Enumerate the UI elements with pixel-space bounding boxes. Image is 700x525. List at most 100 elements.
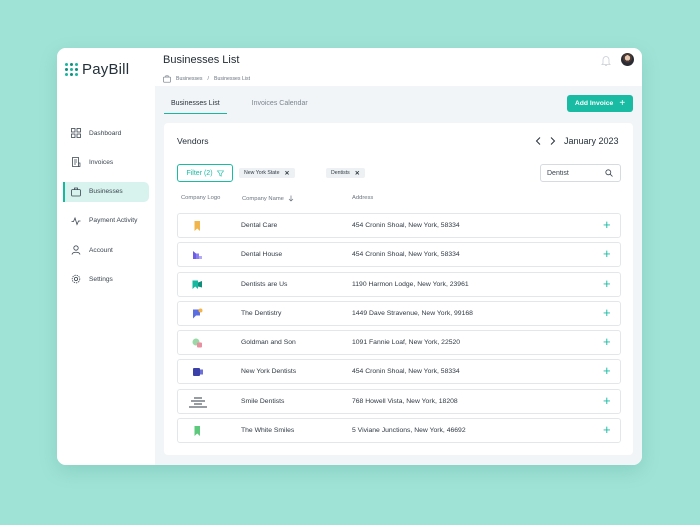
breadcrumb-item[interactable]: Businesses List (214, 76, 250, 82)
vendor-name: Dental Care (241, 222, 278, 229)
sidebar-item-invoices[interactable]: Invoices (63, 152, 149, 172)
chat-logo-icon (193, 308, 203, 319)
invoice-icon (72, 157, 81, 168)
sidebar-item-payment-activity[interactable]: Payment Activity (63, 211, 149, 231)
column-header-label: Company Name (242, 195, 284, 202)
plus-icon: + (619, 97, 626, 109)
lines-logo-icon (189, 397, 207, 408)
close-icon[interactable]: ✕ (355, 170, 360, 177)
sort-down-icon[interactable] (288, 195, 294, 202)
chip-label: New York State (244, 170, 280, 176)
table-row[interactable]: Goldman and Son 1091 Fannie Loaf, New Yo… (177, 330, 621, 356)
month-navigator: January 2023 (534, 136, 619, 146)
app-name: PayBill (82, 61, 130, 78)
row-add-button[interactable]: + (603, 335, 611, 349)
activity-icon (71, 216, 81, 226)
table-row[interactable]: The White Smiles 5 Viviane Junctions, Ne… (177, 418, 621, 444)
vendor-name: The White Smiles (241, 427, 295, 435)
top-bar: Businesses List Businesses / Businesses … (155, 48, 642, 86)
sidebar-item-businesses[interactable]: Businesses (63, 181, 149, 202)
vendor-address: 5 Viviane Junctions, New York, 46692 (352, 427, 466, 435)
column-header-logo: Company Logo (181, 195, 221, 201)
sidebar-item-dashboard[interactable]: Dashboard (63, 123, 149, 143)
row-add-button[interactable]: + (603, 218, 611, 232)
vendor-name: Smile Dentists (241, 397, 285, 405)
vendor-name: Goldman and Son (241, 339, 296, 347)
filter-icon (216, 170, 224, 177)
row-add-button[interactable]: + (603, 393, 611, 408)
vendors-panel: Vendors January 2023 Filter (2) New York… (164, 123, 633, 455)
page-title: Businesses List (163, 54, 240, 66)
tab-invoices-calendar[interactable]: Invoices Calendar (245, 98, 315, 114)
paybill-logo-icon (65, 63, 78, 76)
bookmark-logo-icon (194, 221, 200, 231)
vendor-address: 454 Cronin Shoal, New York, 58334 (352, 368, 460, 376)
vendor-address: 768 Howell Vista, New York, 18208 (352, 397, 458, 405)
gear-icon (71, 275, 81, 284)
table-row[interactable]: Dental House 454 Cronin Shoal, New York,… (177, 242, 621, 268)
chevron-left-icon[interactable] (534, 136, 543, 146)
sidebar-item-label: Businesses (89, 188, 123, 196)
breadcrumb: Businesses / Businesses List (163, 75, 250, 83)
filter-label: Filter (2) (186, 169, 213, 177)
vendor-address: 454 Cronin Shoal, New York, 58334 (352, 222, 460, 229)
briefcase-icon (163, 75, 171, 83)
breadcrumb-separator: / (207, 76, 209, 82)
circles-logo-icon (192, 338, 202, 348)
briefcase-icon (71, 187, 81, 196)
row-add-button[interactable]: + (603, 276, 611, 291)
avatar[interactable] (621, 53, 634, 66)
search-icon[interactable] (605, 169, 613, 177)
search-box (540, 164, 621, 182)
table-row[interactable]: Dentists are Us 1190 Harmon Lodge, New Y… (177, 271, 621, 297)
row-add-button[interactable]: + (603, 247, 611, 261)
sidebar: PayBill Dashboard Invoices Businesses Pa… (57, 48, 155, 465)
tab-bar: Businesses List Invoices Calendar (164, 98, 315, 114)
vendor-address: 1190 Harmon Lodge, New York, 23961 (352, 280, 469, 288)
add-invoice-button[interactable]: Add Invoice + (567, 95, 633, 112)
sidebar-item-label: Dashboard (89, 129, 122, 137)
blocks-logo-icon (193, 251, 202, 260)
sidebar-item-label: Settings (89, 275, 113, 283)
column-header-address: Address (352, 195, 374, 201)
dashboard-icon (71, 128, 81, 138)
sidebar-item-account[interactable]: Account (63, 240, 149, 260)
vendor-address: 1091 Fannie Loaf, New York, 22520 (352, 339, 461, 347)
flag-logo-icon (192, 280, 202, 289)
bookmark-green-logo-icon (194, 426, 200, 437)
filter-button[interactable]: Filter (2) (177, 164, 233, 182)
current-month: January 2023 (564, 136, 619, 146)
sidebar-item-settings[interactable]: Settings (63, 269, 149, 289)
filter-chip-dentists[interactable]: Dentists ✕ (326, 168, 365, 178)
row-add-button[interactable]: + (603, 305, 611, 320)
sidebar-item-label: Account (89, 246, 113, 254)
filter-chip-new-york-state[interactable]: New York State ✕ (239, 168, 295, 178)
cube-logo-icon (193, 368, 203, 377)
row-add-button[interactable]: + (603, 423, 611, 437)
breadcrumb-item[interactable]: Businesses (176, 76, 203, 82)
row-add-button[interactable]: + (603, 364, 611, 378)
add-invoice-label: Add Invoice (574, 100, 614, 107)
bell-icon[interactable] (601, 55, 611, 67)
panel-title: Vendors (177, 136, 209, 146)
search-input[interactable] (547, 169, 605, 177)
vendor-name: Dentists are Us (241, 280, 288, 288)
user-icon (71, 245, 81, 255)
chevron-right-icon[interactable] (548, 136, 557, 146)
app-logo[interactable]: PayBill (65, 61, 129, 78)
sidebar-item-label: Payment Activity (89, 217, 138, 225)
sidebar-nav: Dashboard Invoices Businesses Payment Ac… (63, 123, 149, 299)
tab-businesses-list[interactable]: Businesses List (164, 98, 227, 114)
vendor-list: Dental Care 454 Cronin Shoal, New York, … (177, 213, 621, 447)
table-row[interactable]: The Dentistry 1449 Dave Stravenue, New Y… (177, 300, 621, 326)
table-row[interactable]: Dental Care 454 Cronin Shoal, New York, … (177, 213, 621, 238)
app-window: PayBill Dashboard Invoices Businesses Pa… (57, 48, 642, 465)
table-row[interactable]: Smile Dentists 768 Howell Vista, New Yor… (177, 388, 621, 414)
sidebar-item-label: Invoices (89, 158, 114, 166)
vendor-name: New York Dentists (241, 368, 297, 376)
vendor-name: The Dentistry (241, 309, 282, 317)
table-row[interactable]: New York Dentists 454 Cronin Shoal, New … (177, 359, 621, 385)
column-header-name[interactable]: Company Name (242, 195, 294, 202)
vendor-address: 454 Cronin Shoal, New York, 58334 (352, 251, 460, 259)
close-icon[interactable]: ✕ (284, 170, 289, 177)
